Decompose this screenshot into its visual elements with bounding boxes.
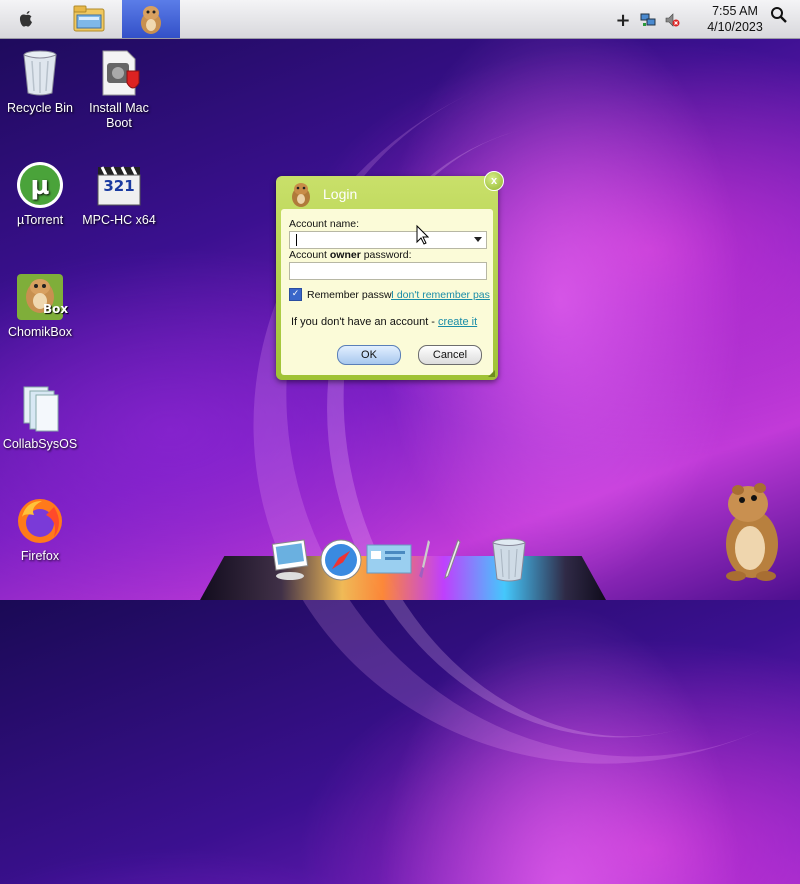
network-icon [640, 13, 656, 26]
password-label-pre: Account [289, 249, 330, 261]
desktop-icon-label: Firefox [20, 549, 60, 563]
recycle-bin-icon [23, 50, 57, 96]
clock-date: 4/10/2023 [707, 20, 763, 34]
apple-logo-icon [19, 11, 32, 27]
tray-search-button[interactable] [768, 5, 790, 25]
chomik-badge-text: Box [43, 302, 69, 316]
tray-network[interactable] [638, 10, 658, 30]
ibeam-cursor-icon [416, 224, 429, 245]
clock-time: 7:55 AM [712, 4, 758, 18]
taskbar-file-explorer[interactable] [66, 0, 112, 38]
create-account-link[interactable]: create it [438, 316, 477, 328]
screen-sharing-icon [366, 544, 412, 574]
desktop-icon-firefox[interactable]: Firefox [0, 496, 83, 564]
text-caret [296, 234, 297, 246]
tray-clock[interactable]: 7:55 AM 4/10/2023 [700, 3, 770, 35]
dock [200, 536, 606, 600]
firefox-icon [18, 499, 62, 543]
desktop-icon-label: CollabSysOS [2, 437, 78, 451]
brush-icon [419, 540, 430, 578]
password-label-bold: owner [329, 249, 361, 261]
tray-volume[interactable] [662, 10, 682, 30]
dock-item-trash[interactable] [486, 536, 532, 584]
no-account-text: If you don't have an account - [291, 316, 439, 328]
dock-item-screen[interactable] [364, 536, 414, 584]
login-dialog: Login x Account name: Account owner pass… [276, 171, 504, 380]
chevron-down-icon[interactable] [474, 237, 482, 242]
preview-icon [271, 539, 309, 580]
dialog-body: Account name: Account owner password: ✓ … [281, 209, 493, 375]
folder-explorer-icon [73, 5, 105, 32]
no-account-line: If you don't have an account - create it [291, 316, 477, 328]
tray-add-button[interactable]: + [614, 10, 632, 31]
desktop-icon-label: Install Mac Boot [89, 101, 149, 130]
desktop-icon-mpc-hc[interactable]: 321 MPC-HC x64 [76, 160, 162, 228]
safari-compass-icon [320, 539, 362, 581]
documents-icon [23, 386, 59, 432]
close-button[interactable]: x [484, 171, 504, 191]
dock-item-safari[interactable] [318, 536, 364, 584]
desktop-icon-chomikbox[interactable]: Box ChomikBox [0, 272, 83, 340]
dock-item-brush[interactable] [412, 536, 440, 584]
hamster-icon [141, 6, 161, 34]
utorrent-icon: µ [17, 162, 63, 208]
cancel-button[interactable]: Cancel [418, 345, 482, 365]
svg-text:µ: µ [30, 171, 49, 201]
remember-password-label[interactable]: Remember passw [307, 289, 392, 301]
dock-item-preview[interactable] [268, 536, 314, 584]
account-name-combobox[interactable] [289, 231, 487, 249]
hamster-icon [292, 183, 310, 207]
remember-password-checkbox[interactable]: ✓ [289, 288, 302, 301]
dock-item-pen[interactable] [438, 536, 466, 584]
mpc-badge-text: 321 [103, 177, 135, 195]
desktop-icon-label: ChomikBox [8, 325, 72, 339]
desktop-icon-label: Recycle Bin [7, 101, 73, 115]
desktop-icon-label: MPC-HC x64 [82, 213, 156, 227]
account-name-label: Account name: [289, 218, 360, 230]
resize-grip[interactable] [488, 370, 495, 377]
top-taskbar: + 7:55 AM 4/10/2023 [0, 0, 800, 39]
desktop-icon-label: µTorrent [16, 213, 64, 227]
volume-muted-icon [665, 13, 680, 27]
taskbar-chomikbox[interactable] [122, 0, 180, 38]
trash-icon [492, 538, 526, 582]
pen-icon [444, 539, 461, 580]
ok-button[interactable]: OK [337, 345, 401, 365]
search-icon [771, 7, 787, 23]
apple-menu-button[interactable] [6, 0, 46, 38]
dialog-title: Login [323, 186, 358, 202]
password-label: Account owner password: [289, 249, 412, 261]
desktop-icon-collabsysos[interactable]: CollabSysOS [0, 384, 83, 452]
installer-icon [102, 50, 140, 96]
password-field[interactable] [289, 262, 487, 280]
forgot-password-link[interactable]: I don't remember pas [391, 289, 490, 301]
hamster-mascot-icon [726, 483, 778, 581]
desktop-icon-recycle-bin[interactable]: Recycle Bin [0, 48, 83, 116]
desktop-icon-install-mac-boot[interactable]: Install Mac Boot [76, 48, 162, 131]
desktop-icon-utorrent[interactable]: µ µTorrent [0, 160, 83, 228]
password-label-post: password: [360, 249, 412, 261]
